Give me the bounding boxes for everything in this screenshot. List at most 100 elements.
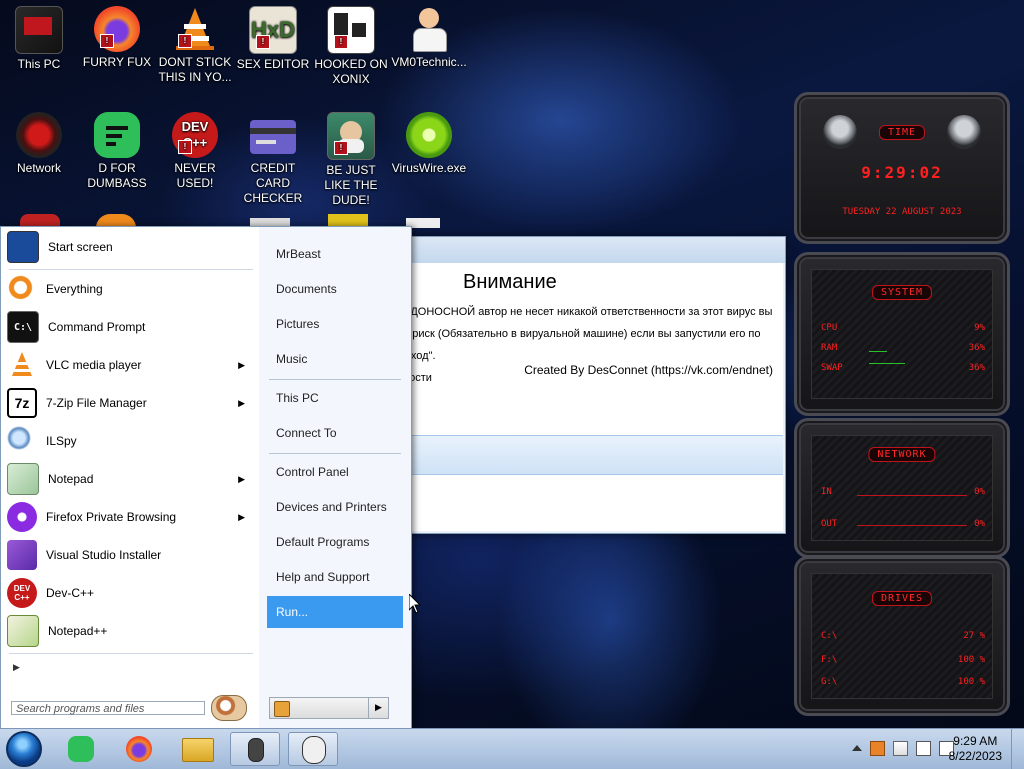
mouse-icon	[248, 738, 264, 762]
dialog-credit: Created By DesConnet (https://vk.com/end…	[524, 363, 773, 377]
desktop-icon-dont-stick[interactable]: ! DONT STICK THIS IN YO...	[156, 6, 234, 85]
desktop-icon-label: FURRY FUX	[82, 55, 152, 69]
jigsaw-mask-icon	[302, 736, 326, 764]
taskbar-mouse-app[interactable]	[230, 732, 280, 766]
desktop-icon-hooked-on-xonix[interactable]: ! HOOKED ON XONIX	[312, 6, 390, 87]
program-visual-studio-installer[interactable]: Visual Studio Installer	[7, 537, 253, 573]
all-programs-arrow-icon[interactable]: ▶	[13, 663, 20, 673]
taskbar-file-explorer[interactable]	[174, 732, 224, 766]
submenu-arrow-icon[interactable]: ▶	[238, 398, 245, 409]
desktop-icon-label: DONT STICK THIS IN YO...	[158, 55, 232, 84]
search-magnifier-icon[interactable]	[211, 695, 247, 721]
visual-studio-icon	[7, 540, 37, 570]
program-command-prompt[interactable]: C:\ Command Prompt	[7, 309, 253, 345]
taskbar-firefox[interactable]	[116, 732, 166, 766]
start-menu[interactable]: Start screen Everything C:\ Command Prom…	[0, 226, 412, 730]
program-label: VLC media player	[46, 358, 142, 372]
program-firefox-private[interactable]: Firefox Private Browsing ▶	[7, 499, 253, 535]
gadget-row-drive-f: F:\ 100 %	[821, 655, 985, 665]
submenu-arrow-icon[interactable]: ▶	[238, 360, 245, 371]
search-input[interactable]: Search programs and files	[11, 701, 205, 715]
swap-usage-bar	[869, 363, 905, 364]
program-dev-cpp[interactable]: DEV C++ Dev-C++	[7, 575, 253, 611]
gadget-row-value: 36%	[968, 363, 985, 373]
program-notepad-plus-plus[interactable]: Notepad++	[7, 613, 253, 649]
link-documents[interactable]: Documents	[267, 274, 403, 304]
show-desktop-button[interactable]	[1011, 729, 1024, 769]
taskbar: 9:29 AM 8/22/2023	[0, 728, 1024, 769]
notes-app-icon	[94, 112, 140, 158]
credit-card-icon	[250, 120, 296, 154]
desktop-icon-sex-editor[interactable]: HxD ! SEX EDITOR	[234, 6, 312, 72]
link-music[interactable]: Music	[267, 344, 403, 374]
link-run[interactable]: Run...	[267, 596, 403, 628]
taskbar-clock[interactable]: 9:29 AM 8/22/2023	[949, 734, 1002, 764]
notepad-plus-plus-icon	[7, 615, 39, 647]
shutdown-options-button[interactable]: ▶	[369, 697, 389, 719]
dialog-title-bar[interactable]	[393, 237, 785, 263]
program-vlc[interactable]: VLC media player ▶	[7, 347, 253, 383]
taskbar-jigsaw-app[interactable]	[288, 732, 338, 766]
network-gadget[interactable]: NETWORK IN 0% OUT 0%	[794, 418, 1010, 558]
program-7zip[interactable]: 7z 7-Zip File Manager ▶	[7, 385, 253, 421]
program-notepad[interactable]: Notepad ▶	[7, 461, 253, 497]
start-button[interactable]	[6, 731, 42, 767]
link-help-and-support[interactable]: Help and Support	[267, 562, 403, 592]
program-everything[interactable]: Everything	[7, 271, 253, 307]
gadget-row-value: 36%	[968, 343, 985, 353]
vlc-cone-icon: !	[172, 6, 218, 52]
system-tray	[852, 741, 954, 756]
link-control-panel[interactable]: Control Panel	[267, 457, 403, 487]
desktop-icon-label: D FOR DUMBASS	[87, 161, 147, 190]
firefox-private-icon	[7, 502, 37, 532]
shutdown-button[interactable]	[269, 697, 369, 719]
start-menu-programs: Start screen Everything C:\ Command Prom…	[1, 227, 259, 729]
program-ilspy[interactable]: ILSpy	[7, 423, 253, 459]
tray-expand-icon[interactable]	[852, 745, 862, 751]
submenu-arrow-icon[interactable]: ▶	[238, 512, 245, 523]
time-gadget[interactable]: TIME 9:29:02 TUESDAY 22 AUGUST 2023	[794, 92, 1010, 244]
desktop-icon-never-used[interactable]: DEV C++ ! NEVER USED!	[156, 112, 234, 191]
uac-shield-icon: !	[178, 34, 192, 48]
desktop-icon-label: HOOKED ON XONIX	[314, 57, 388, 86]
limewire-icon	[406, 112, 452, 158]
link-pictures[interactable]: Pictures	[267, 309, 403, 339]
submenu-arrow-icon[interactable]: ▶	[238, 474, 245, 485]
separator	[269, 379, 401, 380]
desktop-icon-be-just-like-the-dude[interactable]: ! BE JUST LIKE THE DUDE!	[312, 112, 390, 208]
flag-icon[interactable]	[893, 741, 908, 756]
program-label: Command Prompt	[48, 320, 146, 334]
dialog-heading: Внимание	[463, 271, 557, 293]
dialog-footer	[403, 435, 783, 475]
desktop-icon-this-pc[interactable]: This PC	[0, 6, 78, 72]
gadget-row-value: 9%	[974, 323, 985, 333]
drives-gadget[interactable]: DRIVES C:\ 27 % F:\ 100 % G:\ 100 %	[794, 556, 1010, 716]
notepad-icon	[7, 463, 39, 495]
link-devices-and-printers[interactable]: Devices and Printers	[267, 492, 403, 522]
program-label: Visual Studio Installer	[46, 548, 162, 562]
network-icon	[16, 112, 62, 158]
system-gadget[interactable]: SYSTEM CPU 9% RAM 36% SWAP 36%	[794, 252, 1010, 416]
link-default-programs[interactable]: Default Programs	[267, 527, 403, 557]
desktop-icon-vm0technic[interactable]: VM0Technic...	[390, 6, 468, 70]
program-start-screen[interactable]: Start screen	[7, 229, 253, 265]
desktop-icon-furry-fux[interactable]: ! FURRY FUX	[78, 6, 156, 70]
gadget-title: SYSTEM	[871, 285, 933, 300]
desktop-icon-d-for-dumbass[interactable]: D FOR DUMBASS	[78, 112, 156, 191]
warning-dialog[interactable]: Внимание ЕДОНОСНОЙ автор не несет никако…	[392, 236, 786, 534]
gadget-row-label: SWAP	[821, 363, 843, 373]
program-label: Everything	[46, 282, 103, 296]
desktop-icon-network[interactable]: Network	[0, 112, 78, 176]
taskbar-notes-app[interactable]	[58, 732, 108, 766]
desktop-icon-viruswire[interactable]: VirusWire.exe	[390, 112, 468, 176]
ilspy-icon	[7, 426, 37, 456]
clock-date: 8/22/2023	[948, 749, 1002, 763]
link-user-folder[interactable]: MrBeast	[267, 239, 403, 269]
link-connect-to[interactable]: Connect To	[267, 418, 403, 448]
desktop-icon-credit-card-checker[interactable]: CREDIT CARD CHECKER	[234, 112, 312, 206]
gadget-row-swap: SWAP 36%	[821, 363, 985, 373]
link-this-pc[interactable]: This PC	[267, 383, 403, 413]
gadget-clock: 9:29:02	[861, 163, 943, 182]
network-tray-icon[interactable]	[916, 741, 931, 756]
tray-app-icon[interactable]	[870, 741, 885, 756]
